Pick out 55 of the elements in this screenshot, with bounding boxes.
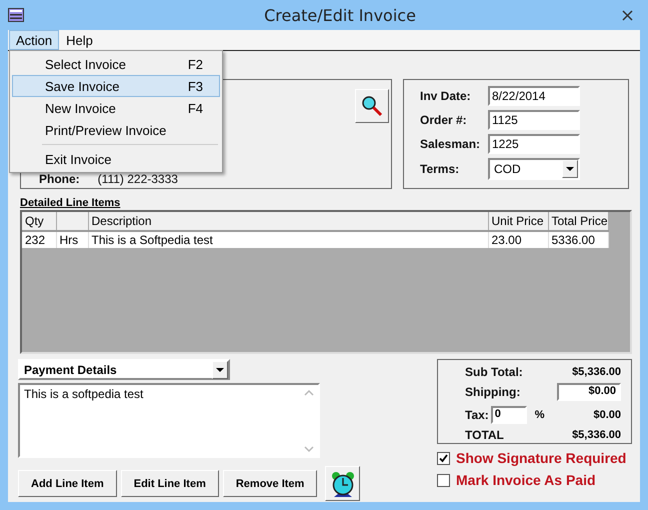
input-field[interactable]: 8/22/2014 [488,86,580,106]
close-icon [622,10,634,20]
field-label: Salesman: [420,137,482,151]
column-header: Qty [22,212,56,231]
app-icon [8,8,24,22]
table-cell: 5336.00 [548,231,608,248]
column-header: Total Price [548,212,608,231]
caret-icon [216,368,224,372]
caret-icon [566,167,574,171]
payment-dropdown[interactable]: Payment Details [18,359,230,380]
table-cell: Hrs [56,231,88,248]
alarm-clock-button[interactable] [325,466,360,501]
table-cell: 232 [22,231,56,248]
total-value: $5,336.00 [571,428,621,441]
phone-value: (111) 222-3333 [98,172,178,186]
field-label: Order #: [420,113,468,127]
column-header: Description [88,212,488,231]
checkbox[interactable] [437,474,450,486]
shipping-field[interactable]: $0.00 [557,383,621,402]
total-label: Sub Total: [465,365,524,380]
field-label: Terms: [420,162,460,176]
percent-sign: % [534,408,545,421]
total-label: TOTAL [465,428,505,442]
action-button[interactable]: Edit Line Item [120,470,219,497]
tax-rate-field[interactable]: 0 [490,406,527,424]
total-value: $0.00 [592,408,621,421]
search-button[interactable] [355,89,389,123]
total-value: $5,336.00 [571,366,621,378]
phone-label: Phone: [39,172,80,186]
column-header: Unit Price [488,212,548,231]
field-label: Inv Date: [420,89,472,103]
input-field[interactable]: 1225 [488,134,580,154]
menu-item[interactable]: Select Invoice F2 [12,53,220,75]
window-title: Create/Edit Invoice [264,6,416,24]
menu-item[interactable]: Exit Invoice [12,148,220,170]
input-field[interactable]: 1125 [488,110,580,130]
menu-item[interactable]: New Invoice F4 [12,97,220,119]
total-label: Tax: [465,408,489,422]
total-label: Shipping: [465,385,522,400]
notes-field[interactable]: This is a softpedia test [18,383,320,458]
terms-dropdown[interactable]: COD [488,158,580,180]
checkbox-label[interactable]: Show Signature Required [456,450,626,466]
menu-item[interactable]: Save Invoice F3 [12,75,220,97]
action-button[interactable]: Add Line Item [18,470,117,497]
menu-item[interactable]: Print/Preview Invoice [12,119,220,141]
magnifier-icon [361,95,383,117]
section-title: Detailed Line Items [20,197,120,209]
checkbox-label[interactable]: Mark Invoice As Paid [456,472,596,488]
menu-title[interactable]: Help [59,30,100,50]
table-cell: 23.00 [488,231,548,248]
action-button[interactable]: Remove Item [222,470,318,497]
scroll-arrows-icon [304,387,314,455]
menu-title[interactable]: Action [9,30,60,50]
checkbox[interactable] [437,452,450,464]
table-cell: This is a Softpedia test [88,231,488,248]
